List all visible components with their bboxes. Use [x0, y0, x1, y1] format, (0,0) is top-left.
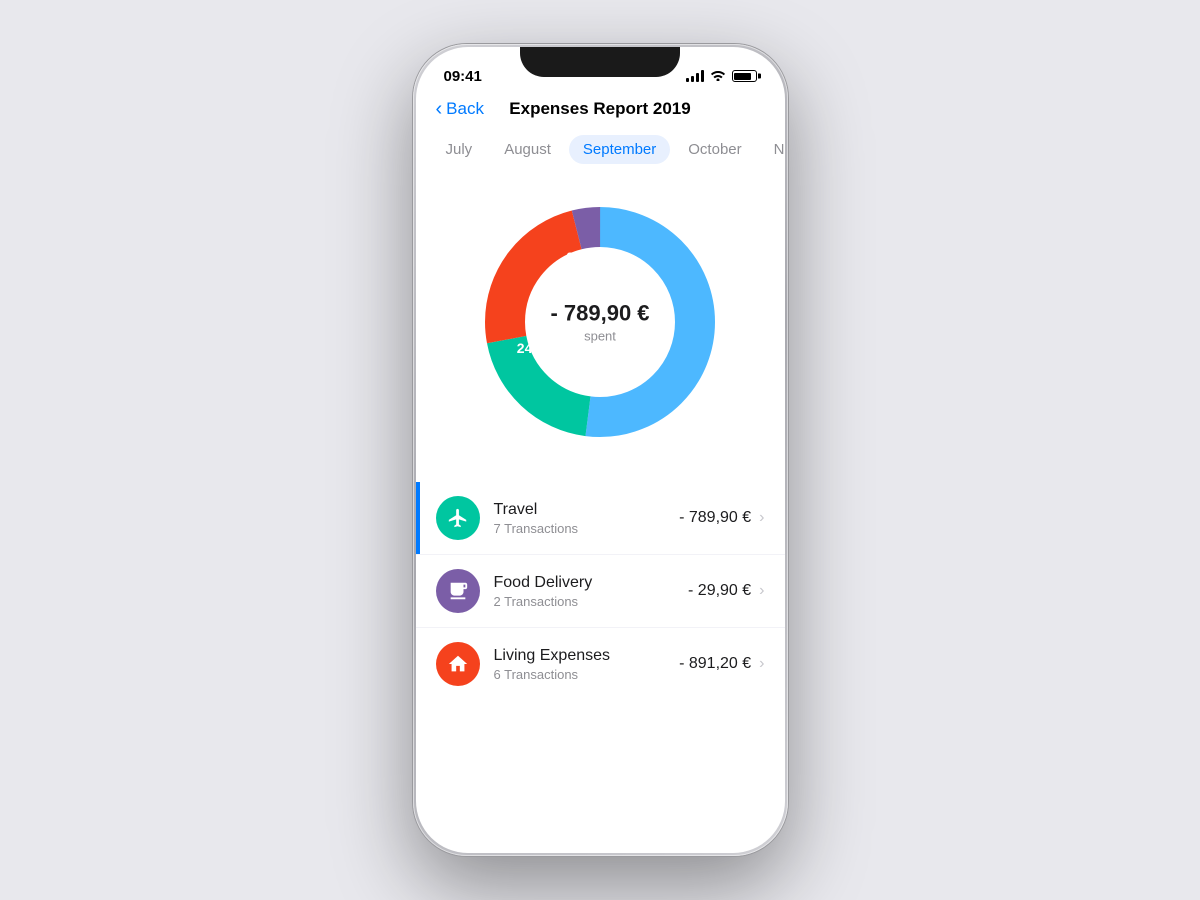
tab-october[interactable]: October — [674, 135, 755, 164]
notch — [520, 47, 680, 77]
expense-item-food[interactable]: Food Delivery 2 Transactions - 29,90 € › — [416, 555, 785, 628]
back-label: Back — [446, 99, 484, 119]
food-chevron-icon: › — [759, 582, 764, 600]
chart-container: - 789,90 € spent 52% 20% 24% 4% — [416, 172, 785, 462]
expense-list: Travel 7 Transactions - 789,90 € › Food … — [416, 462, 785, 700]
page-title: Expenses Report 2019 — [509, 99, 690, 119]
segment-label-52: 52% — [631, 291, 659, 307]
expense-item-living[interactable]: Living Expenses 6 Transactions - 891,20 … — [416, 628, 785, 700]
donut-spent-label: spent — [550, 329, 649, 344]
tab-november[interactable]: Nov — [760, 135, 785, 164]
month-tabs: July August September October Nov — [416, 127, 785, 172]
nav-bar: ‹ Back Expenses Report 2019 — [416, 91, 785, 127]
battery-icon — [732, 70, 757, 82]
living-icon — [436, 642, 480, 686]
tab-august[interactable]: August — [490, 135, 565, 164]
phone-screen: 09:41 ‹ — [416, 47, 785, 853]
status-icons — [686, 69, 757, 84]
accent-bar — [416, 482, 420, 554]
tab-july[interactable]: July — [432, 135, 487, 164]
donut-center: - 789,90 € spent — [550, 301, 649, 344]
phone-frame: 09:41 ‹ — [413, 44, 788, 856]
expense-item-travel[interactable]: Travel 7 Transactions - 789,90 € › — [416, 482, 785, 555]
back-chevron-icon: ‹ — [436, 99, 443, 119]
living-name: Living Expenses — [494, 647, 680, 665]
segment-label-4: 4% — [577, 377, 597, 393]
wifi-icon — [710, 69, 726, 84]
living-chevron-icon: › — [759, 655, 764, 673]
food-icon — [436, 569, 480, 613]
food-transactions: 2 Transactions — [494, 594, 689, 609]
living-info: Living Expenses 6 Transactions — [494, 647, 680, 682]
segment-label-20: 20% — [566, 249, 594, 265]
travel-amount: - 789,90 € — [679, 509, 751, 527]
status-time: 09:41 — [444, 68, 482, 85]
travel-chevron-icon: › — [759, 509, 764, 527]
food-name: Food Delivery — [494, 574, 689, 592]
living-transactions: 6 Transactions — [494, 667, 680, 682]
travel-transactions: 7 Transactions — [494, 521, 680, 536]
signal-icon — [686, 70, 704, 82]
tab-september[interactable]: September — [569, 135, 670, 164]
back-button[interactable]: ‹ Back — [436, 99, 484, 119]
travel-name: Travel — [494, 501, 680, 519]
travel-info: Travel 7 Transactions — [494, 501, 680, 536]
living-amount: - 891,20 € — [679, 655, 751, 673]
travel-icon — [436, 496, 480, 540]
food-amount: - 29,90 € — [688, 582, 751, 600]
segment-label-24: 24% — [517, 340, 545, 356]
food-info: Food Delivery 2 Transactions — [494, 574, 689, 609]
donut-chart: - 789,90 € spent 52% 20% 24% 4% — [470, 192, 730, 452]
